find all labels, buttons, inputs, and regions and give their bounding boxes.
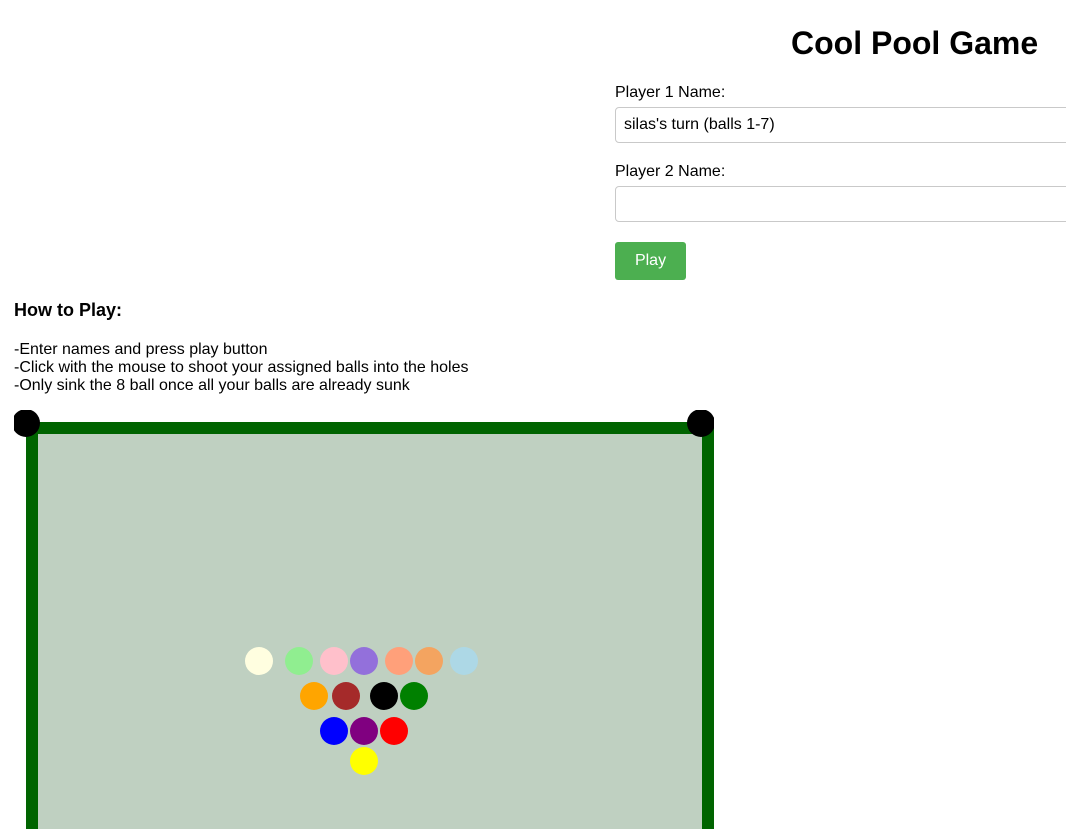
- ball-orange: [300, 682, 328, 710]
- instructions: -Enter names and press play button -Clic…: [14, 341, 468, 395]
- ball-sandybrown: [415, 647, 443, 675]
- page-title: Cool Pool Game: [791, 25, 1039, 61]
- ball-brown: [332, 682, 360, 710]
- ball-mediumpurple: [350, 647, 378, 675]
- instruction-line: -Click with the mouse to shoot your assi…: [14, 359, 469, 376]
- pocket-top-right: [687, 410, 714, 437]
- ball-lightsalmon: [385, 647, 413, 675]
- player1-name-input[interactable]: [615, 107, 1066, 143]
- ball-pink: [320, 647, 348, 675]
- cue-ball: [245, 647, 273, 675]
- play-button[interactable]: Play: [615, 242, 686, 280]
- ball-lightblue: [450, 647, 478, 675]
- ball-blue: [320, 717, 348, 745]
- player1-label: Player 1 Name:: [615, 84, 726, 101]
- pool-table-canvas[interactable]: [14, 410, 714, 829]
- eight-ball: [370, 682, 398, 710]
- ball-purple: [350, 717, 378, 745]
- player2-label: Player 2 Name:: [615, 163, 726, 180]
- instruction-line: -Only sink the 8 ball once all your ball…: [14, 377, 410, 394]
- player2-name-input[interactable]: [615, 186, 1066, 222]
- ball-lightgreen: [285, 647, 313, 675]
- ball-yellow: [350, 747, 378, 775]
- instruction-line: -Enter names and press play button: [14, 341, 268, 358]
- ball-green: [400, 682, 428, 710]
- ball-red: [380, 717, 408, 745]
- page: Cool Pool Game Player 1 Name: Player 2 N…: [0, 0, 1066, 829]
- how-to-play-heading: How to Play:: [14, 300, 123, 320]
